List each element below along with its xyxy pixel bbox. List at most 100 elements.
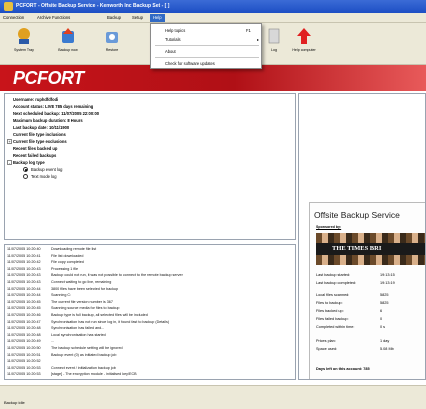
stat-value: 1 day: [380, 339, 390, 343]
file-exclusions-item[interactable]: Current file type exclusions: [13, 139, 67, 144]
stat-label: Files backed up:: [316, 309, 344, 313]
log-timestamp: 11/07/2005 10:20:53: [7, 365, 41, 370]
system-tray-icon: [18, 28, 30, 44]
account-status-label: Account status: LIVE 785 days remaining: [13, 104, 94, 109]
pcfort-logo: PCFORT: [13, 68, 84, 88]
stat-value: 19:13:19: [380, 281, 395, 285]
days-left-label: Days left on this account: 785: [316, 367, 370, 371]
event-log-label: Backup event log: [31, 167, 63, 172]
log-message: ...: [51, 339, 55, 344]
submenu-arrow-icon: ▸: [257, 37, 260, 42]
log-timestamp: 11/07/2005 10:20:51: [7, 352, 41, 357]
log-timestamp: 11/07/2005 10:20:53: [7, 372, 41, 377]
help-menu-dropdown: Help topics F1 Tutorials ▸ About Check f…: [150, 23, 262, 69]
log-message: Backup type is full backup, all selected…: [51, 313, 148, 317]
log-timestamp: 11/07/2005 10:20:50: [7, 346, 41, 350]
stat-label: Files failed backup:: [316, 317, 349, 321]
log-timestamp: 11/07/2005 10:20:46: [7, 313, 41, 317]
system-tray-button[interactable]: System Tray: [6, 27, 42, 52]
offsite-card: Offsite Backup Service Sponsored by: THE…: [309, 202, 425, 379]
log-message: Scanning source media for files to backu…: [51, 306, 120, 311]
backup-log-type-item[interactable]: Backup log type: [13, 160, 45, 165]
last-backup-label: Last backup date: 10/11/1900: [13, 125, 70, 130]
stat-value: 5825: [380, 293, 389, 297]
log-message: Backup could not run, it was not possibl…: [51, 273, 183, 278]
file-inclusions-item[interactable]: Current file type inclusions: [13, 132, 66, 137]
window-title: PCFORT - Offsite Backup Service - Kenwor…: [16, 3, 170, 9]
backup-now-button[interactable]: Backup now: [50, 27, 86, 52]
about-item[interactable]: About: [165, 49, 176, 54]
status-text: Backup idle: [4, 400, 25, 405]
log-timestamp: 11/07/2005 10:20:45: [7, 299, 41, 304]
log-message: File copy completed: [51, 260, 84, 265]
stat-value: 0: [380, 317, 383, 321]
log-message: Processing 1 file: [51, 266, 79, 271]
log-timestamp: 11/07/2005 10:20:43: [7, 273, 41, 278]
log-message: Synchronisation has failed and...: [51, 326, 105, 331]
stat-label: Completed within time:: [316, 325, 355, 329]
menu-backup[interactable]: Backup: [107, 15, 121, 20]
log-timestamp: 11/07/2005 10:20:45: [7, 306, 41, 311]
menu-connection[interactable]: Connection: [3, 15, 24, 20]
log-message: Scanning C:: [51, 293, 72, 298]
help-computer-button[interactable]: Help computer: [286, 27, 322, 52]
restore-icon: [106, 32, 118, 43]
sponsor-ad-text: THE TIMES BRI: [316, 243, 425, 255]
log-message: Backup event (0) as initiated backup job: [51, 352, 117, 357]
log-message: File list downloaded: [51, 253, 84, 258]
log-timestamp: 11/07/2005 10:20:47: [7, 319, 41, 324]
stat-label: Last backup started:: [316, 273, 351, 277]
stat-label: Prices plan:: [316, 339, 336, 343]
log-message: The backup schedule setting will be igno…: [51, 346, 123, 350]
expand-icon[interactable]: +: [7, 139, 12, 144]
menu-separator: [155, 57, 259, 58]
log-row: 11/07/2005 10:20:53 [stage] - The encrypt…: [7, 372, 293, 379]
username-label: Username: ruphdfdfodi: [13, 97, 59, 102]
menu-separator: [155, 45, 259, 46]
menu-setup[interactable]: Setup: [132, 15, 143, 20]
log-message: Synchronisation has not run since log in…: [51, 319, 170, 324]
log-timestamp: 11/07/2005 10:20:48: [7, 326, 41, 331]
offsite-title: Offsite Backup Service: [314, 210, 400, 220]
stat-value: 5825: [380, 301, 389, 305]
log-message: Downloading remote file list: [51, 247, 97, 251]
recent-failed-item[interactable]: Recent failed backups: [13, 153, 56, 158]
menu-help[interactable]: Help: [150, 14, 165, 22]
stat-label: Last backup completed:: [316, 281, 357, 285]
check-updates-item[interactable]: Check for software updates: [165, 61, 215, 66]
log-message: 3800 files have been selected for backup: [51, 286, 119, 291]
log-timestamp: 11/07/2005 10:20:40: [7, 247, 41, 251]
stat-value: 0 s: [380, 325, 386, 329]
sponsor-label: Sponsored by:: [316, 225, 342, 229]
next-backup-label: Next scheduled backup: 11/07/2005 22:00:…: [13, 111, 100, 116]
log-timestamp: 11/07/2005 10:20:41: [7, 253, 41, 258]
log-timestamp: 11/07/2005 10:20:43: [7, 266, 41, 271]
log-message: Local synchronisation has started: [51, 332, 106, 337]
log-message: Connect waiting to go live, remaining: [51, 280, 112, 284]
help-topics-shortcut: F1: [246, 28, 251, 33]
stat-label: Space used:: [316, 347, 338, 351]
log-timestamp: 11/07/2005 10:20:44: [7, 293, 41, 298]
status-bar: Backup idle: [0, 385, 426, 409]
menu-archive-functions[interactable]: Archive Functions: [37, 15, 70, 20]
text-log-radio[interactable]: [23, 174, 28, 179]
log-timestamp: 11/07/2005 10:20:44: [7, 286, 41, 291]
event-log-radio[interactable]: [23, 167, 28, 172]
log-timestamp: 11/07/2005 10:20:49: [7, 339, 41, 344]
activity-log-panel[interactable]: 11/07/2005 10:20:40 Downloading remote fi…: [4, 244, 296, 380]
log-timestamp: 11/07/2005 10:20:48: [7, 332, 41, 337]
stat-value: 5.08 Mb: [380, 347, 394, 351]
collapse-icon[interactable]: -: [7, 160, 12, 165]
app-icon: [4, 2, 13, 11]
log-message: The current file version number is 367: [51, 299, 113, 304]
account-summary-panel: Username: ruphdfdfodi Account status: LI…: [4, 93, 296, 240]
log-timestamp: 11/07/2005 10:20:43: [7, 280, 41, 284]
sponsor-ad-image[interactable]: THE TIMES BRI: [316, 233, 425, 265]
max-duration-label: Maximum backup duration: 8 Hours: [13, 118, 83, 123]
window-titlebar: PCFORT - Offsite Backup Service - Kenwor…: [0, 0, 426, 13]
tutorials-item[interactable]: Tutorials: [165, 37, 181, 42]
restore-button[interactable]: Restore: [94, 27, 130, 52]
help-topics-item[interactable]: Help topics: [165, 28, 185, 33]
recent-files-item[interactable]: Recent files backed up: [13, 146, 57, 151]
log-message: Connect event / initialization backup jo…: [51, 365, 116, 370]
